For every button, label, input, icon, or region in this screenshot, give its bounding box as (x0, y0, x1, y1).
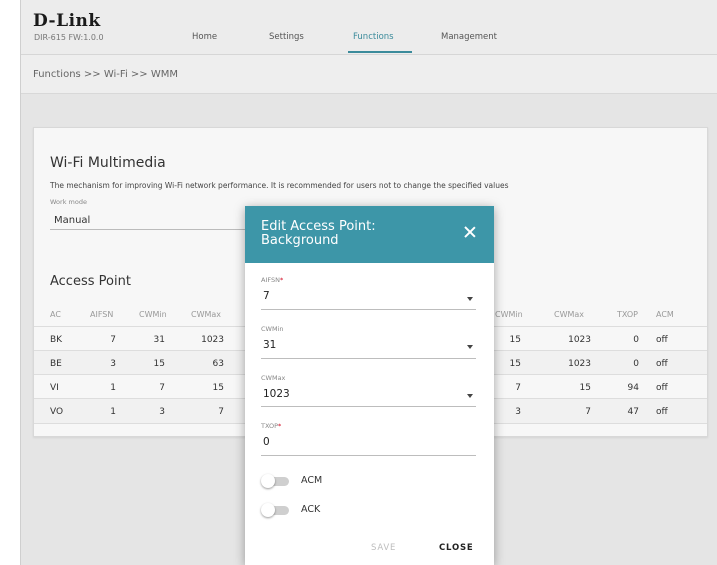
aifsn-select[interactable]: 7 (263, 290, 270, 302)
cell-acm: off (656, 383, 668, 393)
cell-txop: 47 (627, 407, 639, 417)
access-point-title: Access Point (50, 274, 131, 289)
aifsn-underline (261, 309, 476, 310)
breadcrumb-bar: Functions >> Wi-Fi >> WMM (21, 55, 717, 94)
close-button[interactable]: CLOSE (439, 543, 474, 553)
cell-cwmax: 7 (218, 407, 224, 417)
cell-cwmax: 1023 (201, 335, 224, 345)
acm-label: ACM (301, 475, 323, 486)
cwmax-select[interactable]: 1023 (263, 388, 290, 400)
nav-functions[interactable]: Functions (353, 32, 394, 42)
toggle-knob (261, 503, 275, 517)
work-mode-label: Work mode (50, 198, 87, 206)
cell-cwmin: 31 (153, 335, 165, 345)
edit-access-point-dialog: Edit Access Point: Background AIFSN* 7 C… (245, 206, 494, 565)
col-right-cwmin: CWMin (495, 310, 523, 319)
cell-cwmax: 63 (212, 359, 224, 369)
model-firmware-label: DIR-615 FW:1.0.0 (34, 33, 104, 42)
cell-cwmin: 7 (159, 383, 165, 393)
page-title: Wi-Fi Multimedia (50, 155, 166, 171)
cell-right-cwmax: 1023 (568, 335, 591, 345)
cell-cwmin: 15 (153, 359, 165, 369)
cell-cwmin: 3 (159, 407, 165, 417)
chevron-down-icon[interactable] (467, 345, 473, 349)
chevron-down-icon[interactable] (467, 394, 473, 398)
dialog-title: Edit Access Point: Background (261, 219, 376, 248)
txop-label: TXOP* (261, 422, 281, 430)
chevron-down-icon[interactable] (467, 297, 473, 301)
cwmin-label: CWMin (261, 325, 284, 333)
work-mode-underline (50, 229, 250, 230)
cell-ac: BE (50, 359, 62, 369)
page-description: The mechanism for improving Wi-Fi networ… (50, 181, 509, 190)
cwmax-label: CWMax (261, 374, 286, 382)
ack-toggle[interactable] (261, 503, 291, 517)
cell-cwmax: 15 (212, 383, 224, 393)
col-ac: AC (50, 310, 61, 319)
txop-underline (261, 455, 476, 456)
col-txop: TXOP (617, 310, 638, 319)
cwmin-select[interactable]: 31 (263, 339, 276, 351)
breadcrumb: Functions >> Wi-Fi >> WMM (33, 69, 178, 80)
cwmax-underline (261, 406, 476, 407)
cell-ac: VO (50, 407, 64, 417)
close-icon[interactable] (462, 225, 478, 241)
cell-aifsn: 1 (110, 383, 116, 393)
nav-home[interactable]: Home (192, 32, 217, 42)
aifsn-label-text: AIFSN (261, 276, 280, 284)
col-cwmax: CWMax (191, 310, 222, 319)
cell-ac: BK (50, 335, 63, 345)
cell-acm: off (656, 335, 668, 345)
cell-aifsn: 3 (110, 359, 116, 369)
work-mode-select[interactable]: Manual (54, 215, 90, 226)
cell-aifsn: 1 (110, 407, 116, 417)
cell-acm: off (656, 407, 668, 417)
required-mark: * (279, 276, 284, 284)
cell-txop: 0 (633, 359, 639, 369)
cell-right-cwmin: 15 (509, 335, 521, 345)
cell-right-cwmax: 1023 (568, 359, 591, 369)
txop-input[interactable]: 0 (263, 436, 270, 448)
col-cwmin: CWMin (139, 310, 167, 319)
top-header: D-Link DIR-615 FW:1.0.0 Home Settings Fu… (21, 0, 717, 55)
nav-settings[interactable]: Settings (269, 32, 304, 42)
cell-right-cwmax: 15 (579, 383, 591, 393)
ack-label: ACK (301, 504, 321, 515)
cell-right-cwmin: 7 (515, 383, 521, 393)
aifsn-label: AIFSN* (261, 276, 283, 284)
cell-aifsn: 7 (110, 335, 116, 345)
col-aifsn: AIFSN (90, 310, 114, 319)
required-mark: * (278, 422, 282, 430)
col-acm: ACM (656, 310, 674, 319)
cell-right-cwmax: 7 (585, 407, 591, 417)
save-button[interactable]: SAVE (371, 543, 396, 553)
active-nav-indicator (348, 51, 412, 53)
dialog-header: Edit Access Point: Background (245, 206, 494, 263)
cell-ac: VI (50, 383, 59, 393)
dlink-logo: D-Link (33, 11, 101, 31)
acm-toggle[interactable] (261, 474, 291, 488)
cell-right-cwmin: 3 (515, 407, 521, 417)
cell-txop: 94 (627, 383, 639, 393)
cell-acm: off (656, 359, 668, 369)
toggle-knob (261, 474, 275, 488)
nav-management[interactable]: Management (441, 32, 497, 42)
cell-txop: 0 (633, 335, 639, 345)
cell-right-cwmin: 15 (509, 359, 521, 369)
txop-label-text: TXOP (261, 422, 279, 430)
cwmin-underline (261, 358, 476, 359)
col-right-cwmax: CWMax (554, 310, 585, 319)
